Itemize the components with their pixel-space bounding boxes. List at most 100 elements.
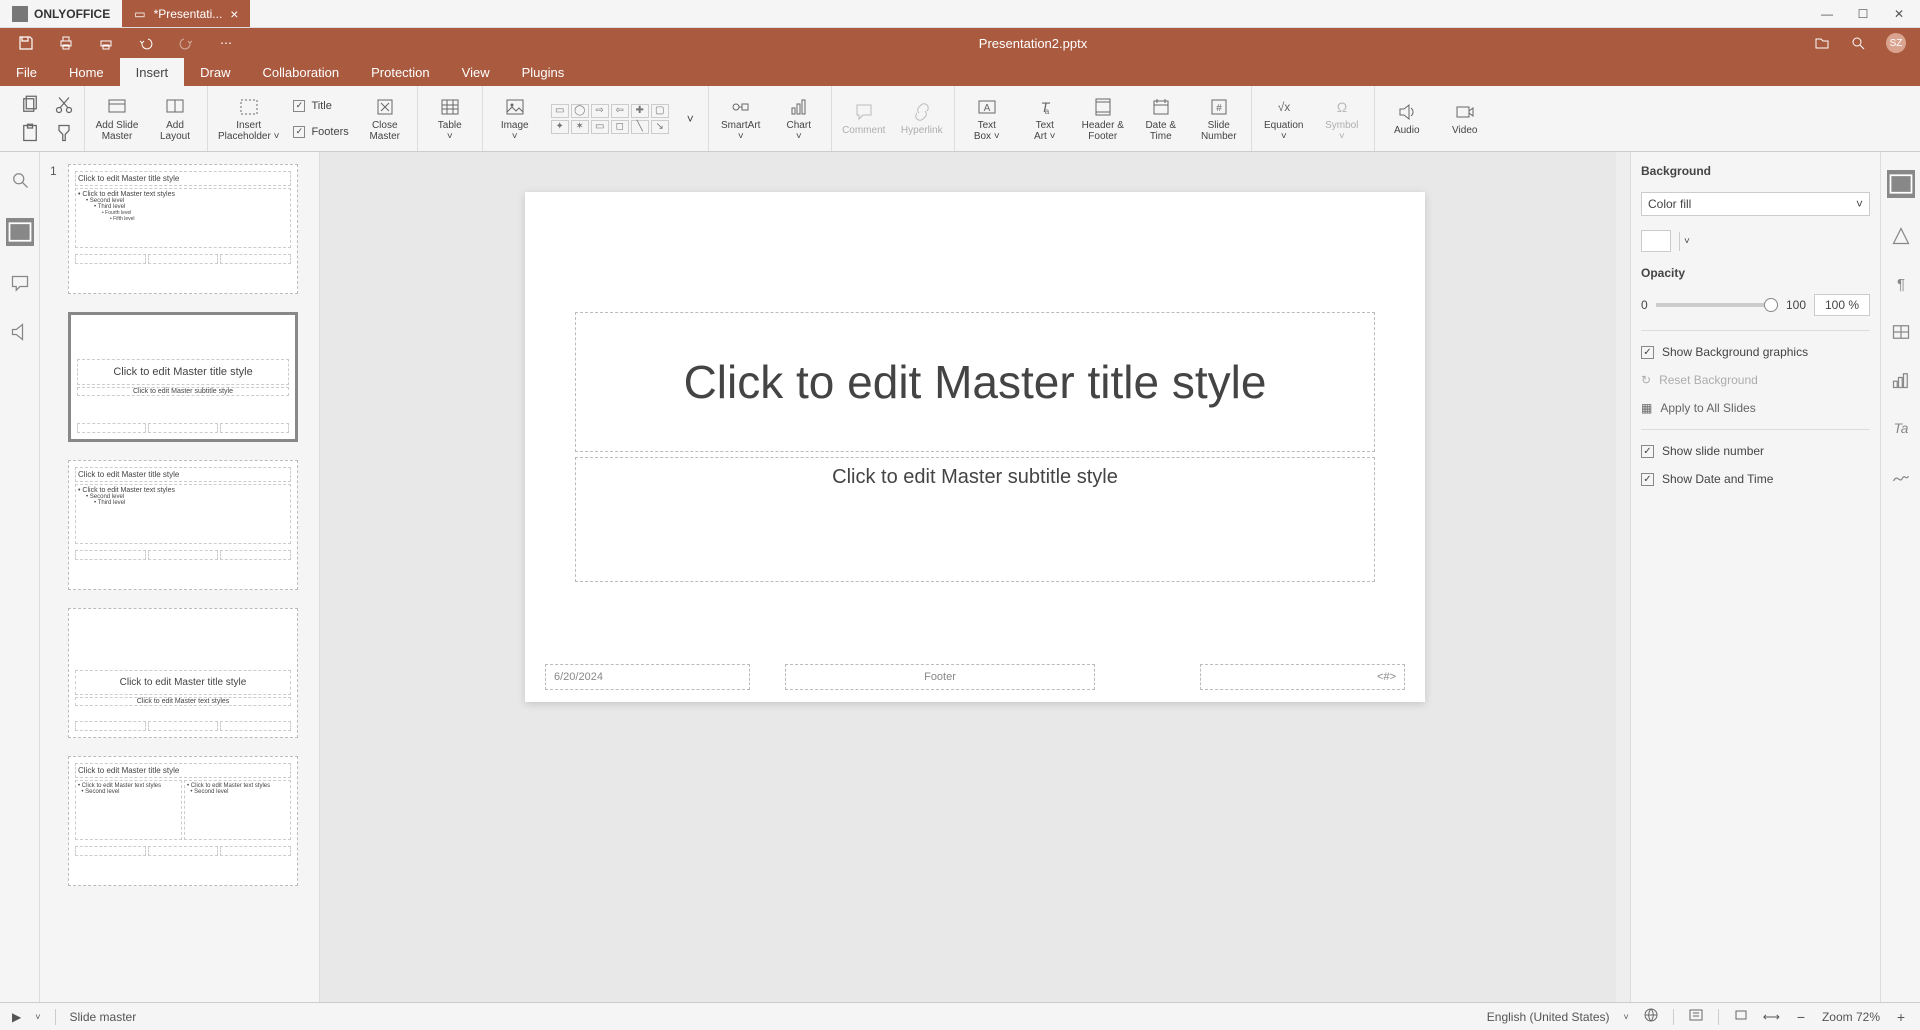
tab-file[interactable]: File [0, 58, 53, 86]
format-painter-icon[interactable] [54, 123, 74, 143]
title-checkbox[interactable]: ✓Title [293, 100, 348, 112]
maximize-button[interactable]: ☐ [1856, 7, 1870, 21]
paragraph-settings-icon[interactable]: ¶ [1891, 274, 1911, 294]
redo-icon[interactable] [178, 35, 194, 51]
layout-thumb-two-content[interactable]: Click to edit Master title style • Click… [68, 756, 298, 886]
search-icon[interactable] [1850, 35, 1866, 51]
shape-arrow-right-icon[interactable]: ⇨ [591, 104, 609, 118]
audio-button[interactable]: Audio [1385, 101, 1429, 136]
video-button[interactable]: Video [1443, 101, 1487, 136]
text-art-button[interactable]: TaText Art ˅ [1023, 96, 1067, 142]
fill-type-select[interactable]: Color fill˅ [1641, 192, 1870, 216]
comments-rail-icon[interactable] [10, 274, 30, 294]
tab-protection[interactable]: Protection [355, 58, 446, 86]
date-placeholder[interactable]: 6/20/2024 [545, 664, 750, 690]
shape-star4-icon[interactable]: ✦ [551, 120, 569, 134]
lang-dropdown-icon[interactable]: ˅ [1624, 1012, 1629, 1022]
layout-thumb-content[interactable]: Click to edit Master title style • Click… [68, 460, 298, 590]
copy-icon[interactable] [20, 95, 40, 115]
print-icon[interactable] [58, 35, 74, 51]
close-icon[interactable]: × [230, 6, 238, 22]
add-layout-button[interactable]: Add Layout [153, 96, 197, 142]
date-time-button[interactable]: Date & Time [1139, 96, 1183, 142]
opacity-input[interactable]: 100 % [1814, 294, 1870, 316]
paste-icon[interactable] [20, 123, 40, 143]
close-master-button[interactable]: Close Master [363, 96, 407, 142]
title-placeholder[interactable]: Click to edit Master title style [575, 312, 1375, 452]
more-icon[interactable]: ⋯ [218, 35, 234, 51]
slide-canvas[interactable]: Click to edit Master title style Click t… [525, 192, 1425, 702]
tab-view[interactable]: View [446, 58, 506, 86]
play-dropdown-icon[interactable]: ˅ [35, 1012, 40, 1022]
slide-number-button[interactable]: #Slide Number [1197, 96, 1241, 142]
shape-arrow-line-icon[interactable]: ↘ [651, 120, 669, 134]
table-button[interactable]: Table ˅ [428, 96, 472, 142]
save-icon[interactable] [18, 35, 34, 51]
shape-rect-round-icon[interactable]: ▢ [651, 104, 669, 118]
slide-settings-icon[interactable] [1887, 170, 1915, 198]
shape-star-icon[interactable]: ✶ [571, 120, 589, 134]
shape-rect-icon[interactable]: ▭ [551, 104, 569, 118]
undo-icon[interactable] [138, 35, 154, 51]
feedback-rail-icon[interactable] [10, 322, 30, 342]
shape-arrow-left-icon[interactable]: ⇦ [611, 104, 629, 118]
chart-button[interactable]: Chart ˅ [777, 96, 821, 142]
color-dropdown-icon[interactable]: ˅ [1679, 232, 1694, 251]
chart-settings-icon[interactable] [1891, 370, 1911, 390]
add-slide-master-button[interactable]: Add Slide Master [95, 96, 139, 142]
shape-callout2-icon[interactable]: ◻ [611, 120, 629, 134]
layout-thumb-title[interactable]: Click to edit Master title style Click t… [68, 312, 298, 442]
user-avatar[interactable]: SZ [1886, 33, 1906, 53]
show-date-time-checkbox[interactable]: ✓Show Date and Time [1641, 472, 1870, 486]
shape-line-icon[interactable]: ╲ [631, 120, 649, 134]
show-slide-number-checkbox[interactable]: ✓Show slide number [1641, 444, 1870, 458]
subtitle-placeholder[interactable]: Click to edit Master subtitle style [575, 457, 1375, 582]
document-tab[interactable]: ▭ *Presentati... × [122, 0, 250, 27]
search-rail-icon[interactable] [10, 170, 30, 190]
cut-icon[interactable] [54, 95, 74, 115]
shape-ellipse-icon[interactable]: ◯ [571, 104, 589, 118]
table-settings-icon[interactable] [1891, 322, 1911, 342]
fit-width-icon[interactable]: ⟷ [1763, 1010, 1780, 1024]
shapes-dropdown-icon[interactable]: ˅ [683, 112, 698, 126]
zoom-label[interactable]: Zoom 72% [1822, 1010, 1880, 1024]
image-button[interactable]: Image ˅ [493, 96, 537, 142]
fit-slide-icon[interactable] [1733, 1007, 1749, 1026]
close-window-button[interactable]: ✕ [1892, 7, 1906, 21]
footers-checkbox[interactable]: ✓Footers [293, 126, 348, 138]
spellcheck-icon[interactable] [1643, 1007, 1659, 1026]
minimize-button[interactable]: — [1820, 7, 1834, 21]
open-location-icon[interactable] [1814, 35, 1830, 51]
slides-rail-icon[interactable] [6, 218, 34, 246]
header-footer-button[interactable]: Header & Footer [1081, 96, 1125, 142]
text-box-button[interactable]: AText Box ˅ [965, 96, 1009, 142]
show-bg-graphics-checkbox[interactable]: ✓Show Background graphics [1641, 345, 1870, 359]
layout-thumb-section[interactable]: Click to edit Master title style Click t… [68, 608, 298, 738]
vertical-scrollbar[interactable] [1616, 152, 1630, 1002]
tab-collaboration[interactable]: Collaboration [247, 58, 356, 86]
color-swatch[interactable] [1641, 230, 1671, 252]
smartart-button[interactable]: SmartArt ˅ [719, 96, 763, 142]
shape-settings-icon[interactable] [1891, 226, 1911, 246]
slidenum-placeholder[interactable]: <#> [1200, 664, 1405, 690]
tab-home[interactable]: Home [53, 58, 120, 86]
doclang-icon[interactable] [1688, 1007, 1704, 1026]
zoom-out-button[interactable]: − [1794, 1009, 1808, 1025]
insert-placeholder-button[interactable]: Insert Placeholder ˅ [218, 96, 279, 142]
play-icon[interactable]: ▶ [12, 1010, 21, 1024]
quick-print-icon[interactable] [98, 35, 114, 51]
apply-all-button[interactable]: ▦Apply to All Slides [1641, 401, 1870, 415]
footer-placeholder[interactable]: Footer [785, 664, 1095, 690]
textart-settings-icon[interactable]: Ta [1891, 418, 1911, 438]
zoom-in-button[interactable]: + [1894, 1009, 1908, 1025]
tab-plugins[interactable]: Plugins [506, 58, 581, 86]
tab-insert[interactable]: Insert [120, 58, 185, 86]
equation-button[interactable]: √xEquation ˅ [1262, 96, 1306, 142]
shape-plus-icon[interactable]: ✚ [631, 104, 649, 118]
language-label[interactable]: English (United States) [1487, 1010, 1610, 1024]
tab-draw[interactable]: Draw [184, 58, 246, 86]
master-thumb[interactable]: Click to edit Master title style • Click… [68, 164, 298, 294]
opacity-slider[interactable] [1656, 303, 1778, 307]
shape-callout-icon[interactable]: ▭ [591, 120, 609, 134]
signature-settings-icon[interactable] [1891, 466, 1911, 486]
